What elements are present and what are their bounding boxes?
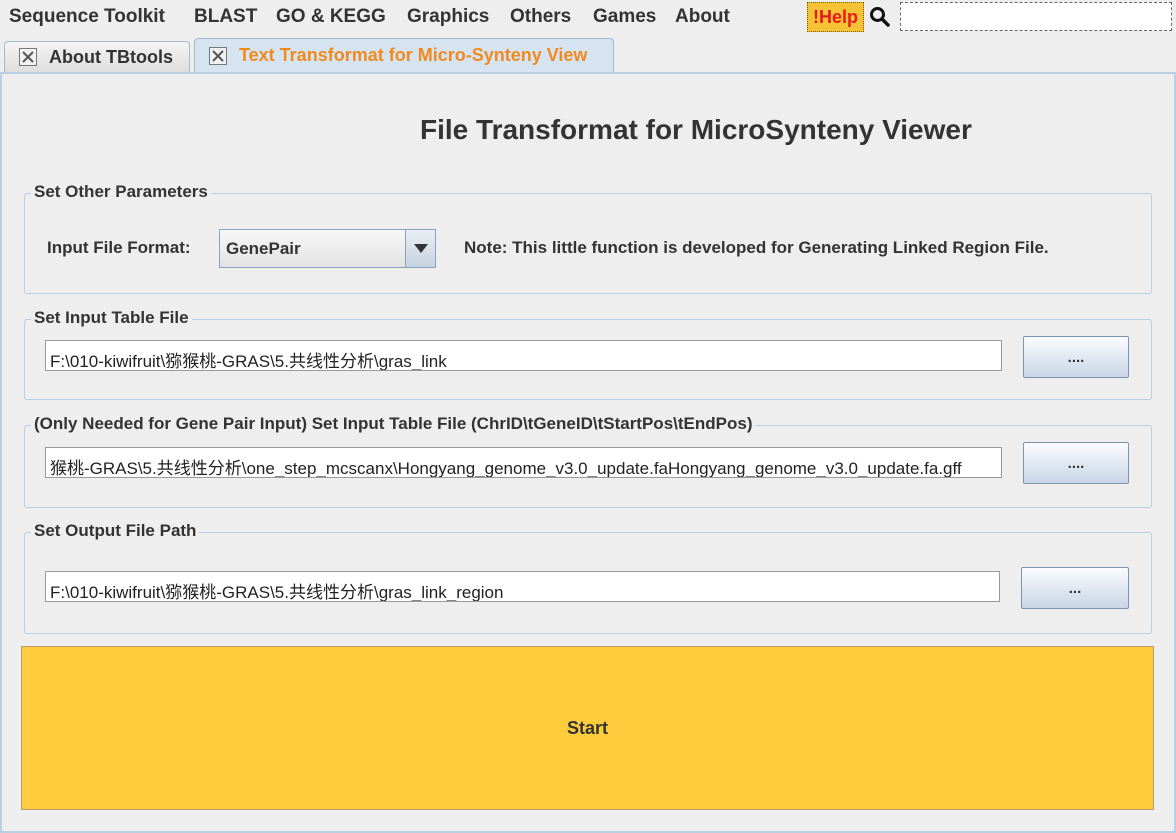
close-icon[interactable] xyxy=(19,48,37,66)
menu-about[interactable]: About xyxy=(675,6,730,28)
input-table-path-field[interactable]: F:\010-kiwifruit\猕猴桃-GRAS\5.共线性分析\gras_l… xyxy=(45,340,1002,371)
group-title: (Only Needed for Gene Pair Input) Set In… xyxy=(31,414,756,434)
group-title: Set Other Parameters xyxy=(31,182,211,202)
group-title: Set Output File Path xyxy=(31,521,200,541)
input-format-value: GenePair xyxy=(226,239,301,258)
help-button[interactable]: !Help xyxy=(807,2,864,32)
group-title: Set Input Table File xyxy=(31,308,192,328)
gene-pair-path-text: 猴桃-GRAS\5.共线性分析\one_step_mcscanx\Hongyan… xyxy=(50,459,962,478)
menubar: Sequence Toolkit BLAST GO & KEGG Graphic… xyxy=(0,0,1176,36)
browse-input-table-button[interactable]: .... xyxy=(1023,336,1129,378)
output-path-field[interactable]: F:\010-kiwifruit\猕猴桃-GRAS\5.共线性分析\gras_l… xyxy=(45,571,1000,602)
start-button[interactable]: Start xyxy=(21,646,1154,810)
gene-pair-table-path-field[interactable]: 猴桃-GRAS\5.共线性分析\one_step_mcscanx\Hongyan… xyxy=(45,447,1002,478)
browse-output-button[interactable]: ... xyxy=(1021,567,1129,609)
search-input[interactable] xyxy=(900,2,1172,31)
tab-label: Text Transformat for Micro-Synteny View xyxy=(239,45,588,65)
menu-blast[interactable]: BLAST xyxy=(194,6,257,28)
menu-graphics[interactable]: Graphics xyxy=(407,6,489,28)
menu-sequence-toolkit[interactable]: Sequence Toolkit xyxy=(9,6,165,28)
note-text: Note: This little function is developed … xyxy=(464,238,1049,257)
tab-bar: About TBtools Text Transformat for Micro… xyxy=(0,38,1176,72)
input-format-label: Input File Format: xyxy=(47,238,191,257)
page-title: File Transformat for MicroSynteny Viewer xyxy=(420,114,972,145)
input-format-select[interactable]: GenePair xyxy=(219,229,436,268)
menu-go-kegg[interactable]: GO & KEGG xyxy=(276,6,386,28)
search-icon[interactable] xyxy=(869,6,891,28)
browse-gene-pair-table-button[interactable]: .... xyxy=(1023,442,1129,484)
tab-about-tbtools[interactable]: About TBtools xyxy=(4,41,190,72)
tab-text-transformat[interactable]: Text Transformat for Micro-Synteny View xyxy=(194,38,614,72)
close-icon[interactable] xyxy=(209,46,227,65)
tab-label: About TBtools xyxy=(49,46,173,67)
menu-others[interactable]: Others xyxy=(510,6,571,28)
chevron-down-icon[interactable] xyxy=(405,230,435,267)
menu-games[interactable]: Games xyxy=(593,6,656,28)
